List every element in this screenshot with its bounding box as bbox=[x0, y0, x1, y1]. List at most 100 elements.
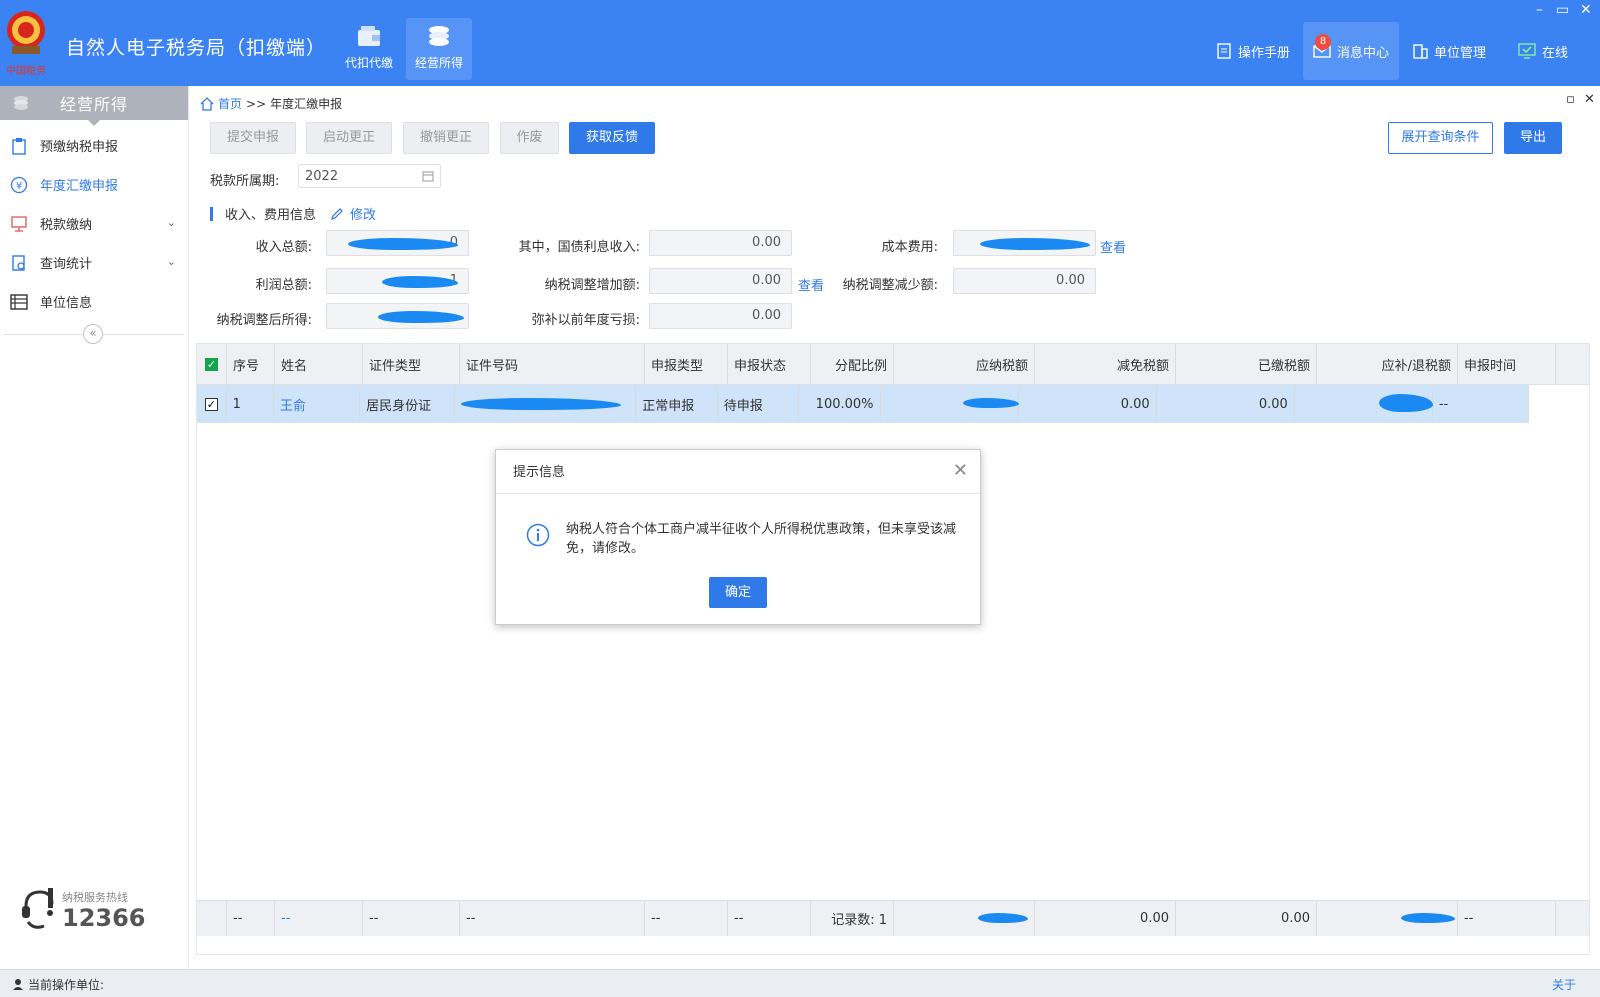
prior-loss-label: 弥补以前年度亏损: bbox=[531, 313, 640, 328]
sidebar-item-query[interactable]: 查询统计 ⌄ bbox=[0, 243, 188, 282]
sidebar-item-payment[interactable]: 税款缴纳 ⌄ bbox=[0, 204, 188, 243]
breadcrumb-current: 年度汇缴申报 bbox=[270, 97, 343, 111]
minimize-button[interactable]: – bbox=[1536, 2, 1543, 18]
nav-withholding[interactable]: 代扣代缴 bbox=[336, 18, 402, 80]
app-title: 自然人电子税务局（扣缴端） bbox=[66, 37, 327, 59]
cell-time: -- bbox=[1433, 385, 1529, 423]
sidebar-item-label: 预缴纳税申报 bbox=[40, 140, 119, 155]
sidebar-item-annual[interactable]: ¥ 年度汇缴申报 bbox=[0, 165, 188, 204]
redaction-mark bbox=[461, 398, 622, 410]
close-icon[interactable]: ✕ bbox=[953, 460, 968, 481]
adj-increase-view-link[interactable]: 查看 bbox=[798, 275, 824, 294]
info-dialog: 提示信息 ✕ 纳税人符合个体工商户减半征收个人所得税优惠政策，但未享受该减免，请… bbox=[495, 449, 981, 625]
breadcrumb: 首页 >> 年度汇缴申报 bbox=[200, 95, 342, 112]
bond-interest-value: 0.00 bbox=[752, 235, 781, 250]
redaction-mark bbox=[378, 311, 464, 323]
restore-panel-icon[interactable]: ▫ bbox=[1566, 92, 1575, 107]
chevron-down-icon: ⌄ bbox=[166, 255, 176, 268]
table-row[interactable]: ✓ 1 王俞 居民身份证 正常申报 待申报 100.00% 0.00 0.00 … bbox=[197, 385, 1529, 423]
footer-seq: -- bbox=[227, 901, 275, 936]
total-profit-label: 利润总额: bbox=[255, 278, 312, 293]
cell-tax-due bbox=[881, 385, 1019, 423]
period-input[interactable]: 2022 bbox=[298, 164, 441, 188]
clipboard-icon bbox=[10, 137, 28, 155]
breadcrumb-separator: >> bbox=[246, 96, 267, 111]
footer-decl-type: -- bbox=[645, 901, 728, 936]
wallet-icon bbox=[358, 26, 380, 46]
redaction-mark bbox=[978, 913, 1028, 923]
column-header: 姓名 bbox=[275, 344, 363, 384]
footer-id-number: -- bbox=[460, 901, 645, 936]
start-correction-button[interactable]: 启动更正 bbox=[306, 122, 392, 154]
export-button[interactable]: 导出 bbox=[1504, 122, 1562, 154]
breadcrumb-home[interactable]: 首页 bbox=[218, 95, 242, 112]
online-status-button[interactable]: 在线 bbox=[1508, 22, 1578, 80]
collapse-sidebar-button[interactable]: « bbox=[83, 324, 103, 344]
expand-query-button[interactable]: 展开查询条件 bbox=[1388, 122, 1493, 154]
adj-increase-field: 0.00 bbox=[649, 268, 792, 294]
submit-declaration-button[interactable]: 提交申报 bbox=[210, 122, 296, 154]
adj-increase-label: 纳税调整增加额: bbox=[544, 278, 640, 293]
column-header: 已缴税额 bbox=[1176, 344, 1317, 384]
redaction-mark bbox=[980, 238, 1090, 250]
bond-interest-field: 0.00 bbox=[649, 230, 792, 256]
void-button[interactable]: 作废 bbox=[500, 122, 559, 154]
column-header: 申报时间 bbox=[1458, 344, 1556, 384]
select-all-checkbox[interactable]: ✓ bbox=[205, 357, 218, 371]
get-feedback-button[interactable]: 获取反馈 bbox=[569, 122, 655, 154]
close-panel-icon[interactable]: ✕ bbox=[1584, 92, 1595, 107]
column-header: 证件类型 bbox=[363, 344, 460, 384]
cell-relief: 0.00 bbox=[1019, 385, 1157, 423]
manual-button[interactable]: 操作手册 bbox=[1206, 22, 1300, 80]
cost-label: 成本费用: bbox=[881, 240, 938, 255]
coins-icon bbox=[429, 26, 449, 46]
sidebar-item-unit-info[interactable]: 单位信息 bbox=[0, 282, 188, 321]
prior-loss-field: 0.00 bbox=[649, 303, 792, 329]
section-title-text: 收入、费用信息 bbox=[225, 208, 317, 223]
unit-management-button[interactable]: 单位管理 bbox=[1402, 22, 1496, 80]
table-header: ✓ 序号 姓名 证件类型 证件号码 申报类型 申报状态 分配比例 应纳税额 减免… bbox=[197, 344, 1589, 385]
sidebar: 经营所得 预缴纳税申报 ¥ 年度汇缴申报 税款缴纳 ⌄ 查询统计 ⌄ 单位信息 … bbox=[0, 86, 189, 969]
total-income-label: 收入总额: bbox=[255, 240, 312, 255]
row-checkbox[interactable]: ✓ bbox=[204, 397, 218, 411]
cell-paid: 0.00 bbox=[1157, 385, 1295, 423]
cell-id-number bbox=[455, 385, 637, 423]
redaction-mark bbox=[382, 276, 458, 288]
user-icon bbox=[13, 979, 23, 990]
sidebar-item-label: 单位信息 bbox=[40, 296, 93, 311]
declaration-table: ✓ 序号 姓名 证件类型 证件号码 申报类型 申报状态 分配比例 应纳税额 减免… bbox=[196, 343, 1590, 955]
headset-icon bbox=[22, 888, 54, 929]
cancel-correction-button[interactable]: 撤销更正 bbox=[403, 122, 489, 154]
about-link[interactable]: 关于 bbox=[1552, 976, 1576, 993]
record-count: 记录数: 1 bbox=[811, 901, 894, 936]
cell-status: 待申报 bbox=[718, 385, 800, 423]
message-center-button[interactable]: 8 消息中心 bbox=[1303, 22, 1400, 80]
dialog-message: 纳税人符合个体工商户减半征收个人所得税优惠政策，但未享受该减免，请修改。 bbox=[566, 522, 957, 556]
column-header: 分配比例 bbox=[811, 344, 894, 384]
manual-icon bbox=[1217, 43, 1231, 59]
calendar-icon[interactable] bbox=[422, 170, 434, 182]
online-icon bbox=[1518, 43, 1536, 59]
confirm-button[interactable]: 确定 bbox=[709, 577, 767, 608]
close-window-button[interactable]: ✕ bbox=[1580, 2, 1592, 18]
column-header: 减免税额 bbox=[1035, 344, 1176, 384]
redaction-mark bbox=[348, 238, 458, 250]
cell-name-link[interactable]: 王俞 bbox=[274, 385, 361, 423]
adj-decrease-label: 纳税调整减少额: bbox=[842, 278, 938, 293]
cost-view-link[interactable]: 查看 bbox=[1100, 237, 1126, 256]
prior-loss-value: 0.00 bbox=[752, 308, 781, 323]
column-header: 申报状态 bbox=[728, 344, 811, 384]
income-section-title: 收入、费用信息 修改 bbox=[210, 204, 376, 223]
hotline-number: 12366 bbox=[62, 904, 146, 932]
nav-business-income[interactable]: 经营所得 bbox=[406, 18, 472, 80]
edit-link[interactable]: 修改 bbox=[350, 204, 376, 223]
maximize-button[interactable]: ▭ bbox=[1556, 2, 1569, 18]
home-icon bbox=[200, 96, 214, 111]
sidebar-item-prepaid[interactable]: 预缴纳税申报 bbox=[0, 126, 188, 165]
payment-icon bbox=[10, 215, 28, 233]
sidebar-header: 经营所得 bbox=[0, 86, 188, 120]
building-icon bbox=[1413, 44, 1428, 59]
app-header: 中国税务 自然人电子税务局（扣缴端） 代扣代缴 经营所得 操作手册 8 消息中心… bbox=[0, 0, 1600, 86]
current-unit-label: 当前操作单位: bbox=[28, 978, 105, 992]
cell-ratio: 100.00% bbox=[799, 385, 881, 423]
